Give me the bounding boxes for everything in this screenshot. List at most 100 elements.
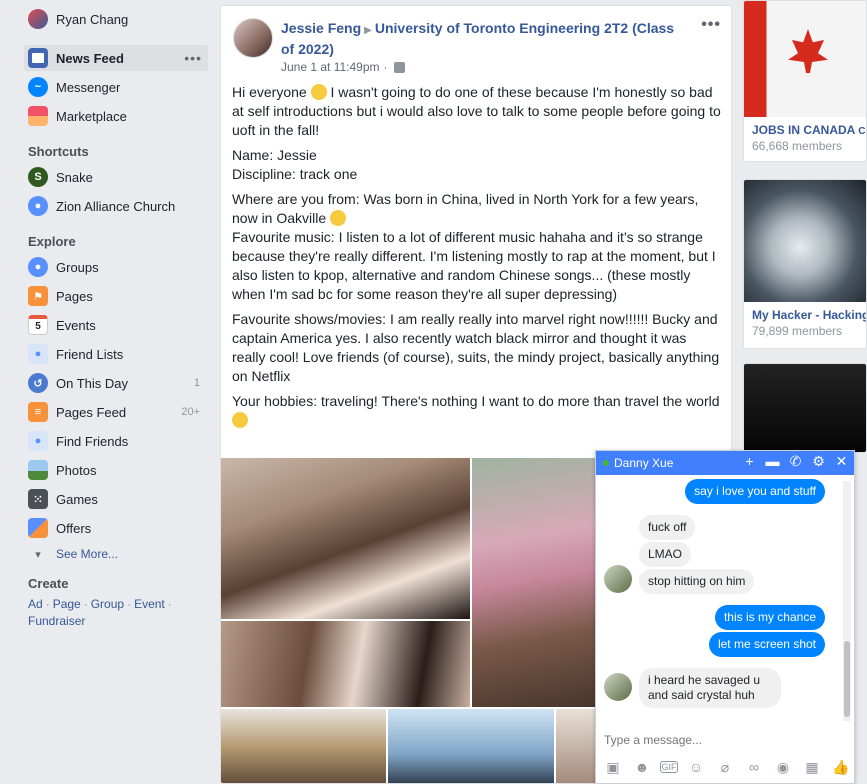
shortcuts-heading: Shortcuts bbox=[28, 144, 89, 159]
message-received: fuck off bbox=[639, 515, 696, 540]
message-input[interactable] bbox=[602, 730, 848, 750]
clock-icon: ↺ bbox=[28, 373, 48, 393]
post-photo[interactable] bbox=[221, 621, 470, 707]
sidebar-item-label: Snake bbox=[56, 169, 93, 185]
message-received: i heard he savaged u and said crystal hu… bbox=[639, 668, 781, 708]
suggested-group-card[interactable] bbox=[743, 363, 867, 453]
audience-icon bbox=[393, 61, 405, 73]
flag-icon: ⚑ bbox=[28, 286, 48, 306]
post-discipline-line: Discipline: track one bbox=[232, 166, 358, 182]
gear-icon[interactable]: ⚙ bbox=[810, 453, 827, 470]
more-options-icon[interactable]: ••• bbox=[184, 50, 202, 66]
sidebar-item-groups[interactable]: ● Groups bbox=[24, 254, 208, 280]
sidebar-item-zion-alliance[interactable]: ● Zion Alliance Church bbox=[24, 193, 208, 219]
add-person-icon[interactable]: + bbox=[741, 453, 758, 470]
sidebar-item-on-this-day[interactable]: ↺ On This Day 1 bbox=[24, 370, 208, 396]
sidebar-item-label: On This Day bbox=[56, 375, 129, 391]
post-photo[interactable] bbox=[221, 709, 386, 783]
post-options-button[interactable]: ••• bbox=[701, 16, 721, 34]
sidebar-item-messenger[interactable]: ~ Messenger bbox=[24, 74, 208, 100]
pages-feed-icon: ≡ bbox=[28, 402, 48, 422]
post-greeting: Hi everyone bbox=[232, 84, 307, 100]
sidebar-item-label: Pages Feed bbox=[56, 404, 127, 420]
canada-flag-image bbox=[744, 1, 866, 117]
sidebar-item-pages-feed[interactable]: ≡ Pages Feed 20+ bbox=[24, 399, 208, 425]
group-name[interactable]: JOBS IN CANADA CA bbox=[752, 123, 866, 137]
close-icon[interactable]: ✕ bbox=[833, 453, 850, 470]
message-sent: say i love you and stuff bbox=[685, 479, 825, 504]
online-status-icon bbox=[603, 460, 609, 466]
create-ad-link[interactable]: Ad bbox=[28, 597, 43, 611]
post-timestamp[interactable]: June 1 at 11:49pm bbox=[281, 60, 380, 74]
camera-icon[interactable]: ◉ bbox=[772, 759, 794, 776]
sidebar-item-events[interactable]: 5 Events bbox=[24, 312, 208, 338]
post-text: Hi everyone I wasn't going to do one of … bbox=[232, 83, 722, 436]
count-badge: 20+ bbox=[181, 406, 200, 418]
table-icon[interactable]: ▦ bbox=[801, 759, 823, 776]
create-fundraiser-link[interactable]: Fundraiser bbox=[28, 614, 85, 628]
message-received: stop hitting on him bbox=[639, 569, 755, 594]
photos-icon bbox=[28, 460, 48, 480]
like-icon[interactable]: 👍 bbox=[830, 759, 852, 776]
sidebar-item-marketplace[interactable]: Marketplace bbox=[24, 103, 208, 129]
message-received: LMAO bbox=[639, 542, 692, 567]
contact-avatar bbox=[604, 673, 632, 701]
sidebar-item-news-feed[interactable]: News Feed ••• bbox=[24, 45, 208, 71]
chat-header[interactable]: Danny Xue + ▬ ✆ ⚙ ✕ bbox=[596, 451, 854, 475]
video-call-icon[interactable]: ▬ bbox=[764, 453, 781, 470]
chat-toolbar: ▣ ☻ GIF ☺ ⌀ ∞ ◉ ▦ 👍 bbox=[602, 756, 852, 778]
create-page-link[interactable]: Page bbox=[53, 597, 81, 611]
attach-icon[interactable]: ⌀ bbox=[714, 759, 736, 776]
post-meta: June 1 at 11:49pm · bbox=[281, 60, 405, 74]
gif-icon[interactable]: GIF bbox=[660, 761, 678, 773]
sidebar-item-snake[interactable]: S Snake bbox=[24, 164, 208, 190]
sidebar-item-label: Pages bbox=[56, 288, 93, 304]
create-event-link[interactable]: Event bbox=[134, 597, 165, 611]
calendar-icon: 5 bbox=[28, 315, 48, 335]
left-sidebar: Ryan Chang News Feed ••• ~ Messenger Mar… bbox=[0, 0, 215, 784]
sidebar-item-friend-lists[interactable]: ● Friend Lists bbox=[24, 341, 208, 367]
sidebar-item-find-friends[interactable]: ● Find Friends bbox=[24, 428, 208, 454]
chat-scrollbar[interactable] bbox=[843, 481, 851, 721]
message-list[interactable]: say i love you and stuff fuck off LMAO s… bbox=[596, 475, 842, 721]
user-name: Ryan Chang bbox=[56, 11, 129, 27]
profile-link[interactable]: Ryan Chang bbox=[28, 8, 128, 30]
group-cover-image bbox=[744, 180, 866, 302]
arrow-right-icon: ▶ bbox=[364, 25, 372, 36]
sidebar-item-label: Friend Lists bbox=[56, 346, 124, 362]
sidebar-item-pages[interactable]: ⚑ Pages bbox=[24, 283, 208, 309]
chat-contact-name[interactable]: Danny Xue bbox=[614, 456, 673, 470]
message-sent: this is my chance bbox=[714, 605, 825, 630]
sidebar-item-offers[interactable]: Offers bbox=[24, 515, 208, 541]
snake-icon: S bbox=[28, 167, 48, 187]
phone-icon[interactable]: ✆ bbox=[787, 453, 804, 470]
member-count: 66,668 members bbox=[752, 139, 843, 153]
sticker-icon[interactable]: ☻ bbox=[631, 759, 653, 775]
chat-window: Danny Xue + ▬ ✆ ⚙ ✕ say i love you and s… bbox=[595, 450, 855, 784]
member-count: 79,899 members bbox=[752, 324, 843, 338]
group-name[interactable]: My Hacker - Hacking bbox=[752, 308, 866, 322]
emoji-icon[interactable]: ☺ bbox=[685, 759, 707, 775]
author-link[interactable]: Jessie Feng bbox=[281, 20, 361, 36]
chevron-down-icon: ▾ bbox=[35, 548, 41, 561]
post-header: Jessie Feng ▶ University of Toronto Engine… bbox=[281, 19, 681, 59]
sidebar-item-label: Photos bbox=[56, 462, 97, 478]
marketplace-icon bbox=[28, 106, 48, 126]
sidebar-item-photos[interactable]: Photos bbox=[24, 457, 208, 483]
sidebar-item-see-more[interactable]: ▾ See More... bbox=[24, 541, 208, 567]
author-avatar[interactable] bbox=[233, 18, 273, 58]
post-photo[interactable] bbox=[221, 458, 470, 619]
sidebar-item-label: Offers bbox=[56, 520, 92, 536]
find-friends-icon: ● bbox=[28, 431, 48, 451]
photo-icon[interactable]: ▣ bbox=[602, 759, 624, 776]
sidebar-item-games[interactable]: ⁙ Games bbox=[24, 486, 208, 512]
post-where-line: Where are you from: Was born in China, l… bbox=[232, 191, 699, 226]
post-photo[interactable] bbox=[388, 709, 554, 783]
suggested-group-card[interactable]: My Hacker - Hacking 79,899 members bbox=[743, 179, 867, 349]
smile-emoji-icon bbox=[310, 84, 327, 100]
post-music-line: Favourite music: I listen to a lot of di… bbox=[232, 229, 716, 302]
link-icon[interactable]: ∞ bbox=[743, 759, 765, 775]
suggested-group-card[interactable]: JOBS IN CANADA CA 66,668 members bbox=[743, 0, 867, 162]
sidebar-item-label: Zion Alliance Church bbox=[56, 198, 176, 214]
create-group-link[interactable]: Group bbox=[91, 597, 124, 611]
